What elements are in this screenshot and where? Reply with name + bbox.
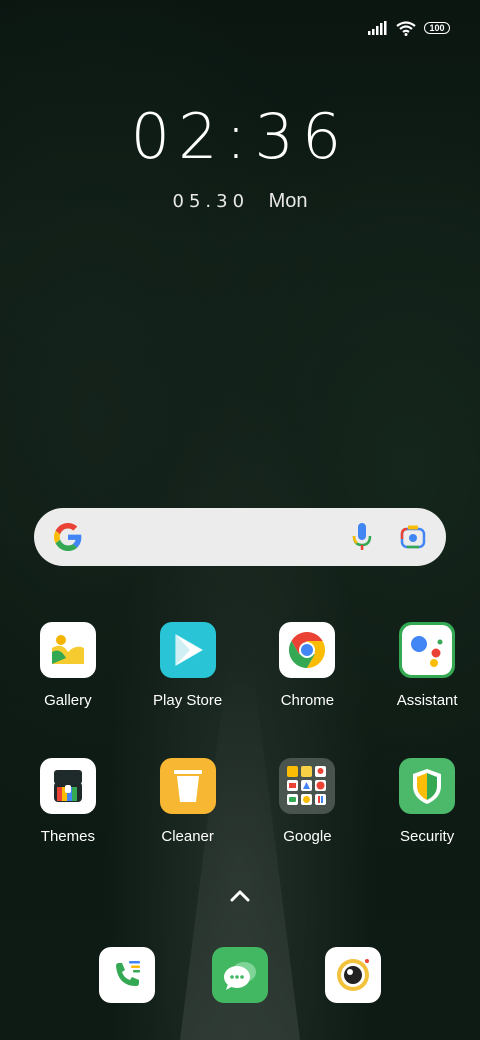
- themes-label: Themes: [40, 828, 95, 845]
- battery-icon: 100: [424, 22, 450, 34]
- app-gallery[interactable]: Gallery: [15, 622, 121, 709]
- app-cleaner[interactable]: Cleaner: [135, 758, 241, 845]
- wifi-icon: [396, 20, 416, 36]
- app-row-1: Gallery Play Store Chrome Assistant: [0, 622, 480, 709]
- security-label: Security: [400, 828, 455, 845]
- gallery-label: Gallery: [44, 692, 92, 709]
- dock: [0, 947, 480, 1003]
- chrome-icon: [279, 622, 336, 678]
- messages-app-icon[interactable]: [212, 947, 268, 1003]
- app-row-2: Themes Cleaner Google Security: [0, 758, 480, 845]
- battery-level: 100: [429, 22, 445, 33]
- chrome-label: Chrome: [280, 692, 335, 709]
- app-play-store[interactable]: Play Store: [135, 622, 241, 709]
- play-store-icon: [159, 622, 216, 678]
- app-security[interactable]: Security: [374, 758, 480, 845]
- app-themes[interactable]: Themes: [15, 758, 121, 845]
- play-store-label: Play Store: [153, 692, 223, 709]
- cleaner-icon: [159, 758, 216, 814]
- status-bar: 100: [368, 14, 450, 42]
- google-folder-icon: [279, 758, 336, 814]
- gallery-icon: [39, 622, 96, 678]
- assistant-icon: [399, 622, 456, 678]
- app-assistant[interactable]: Assistant: [374, 622, 480, 709]
- signal-icon: [368, 21, 387, 35]
- camera-app-icon[interactable]: [325, 947, 381, 1003]
- google-folder-label: Google: [283, 828, 332, 845]
- lens-camera-icon[interactable]: [400, 525, 426, 549]
- app-google-folder[interactable]: Google: [255, 758, 361, 845]
- date-row[interactable]: 05.30 Mon: [0, 190, 480, 213]
- app-chrome[interactable]: Chrome: [255, 622, 361, 709]
- google-g-icon: [54, 523, 82, 551]
- themes-icon: [39, 758, 96, 814]
- assistant-label: Assistant: [396, 692, 458, 709]
- clock-time[interactable]: 02:36: [0, 100, 480, 173]
- phone-app-icon[interactable]: [99, 947, 155, 1003]
- app-drawer-arrow-icon[interactable]: [229, 888, 251, 904]
- weekday-text: Mon: [268, 190, 308, 212]
- microphone-icon[interactable]: [352, 523, 372, 551]
- cleaner-label: Cleaner: [161, 828, 214, 845]
- security-icon: [399, 758, 456, 814]
- date-text: 05.30: [172, 191, 250, 212]
- google-search-bar[interactable]: [34, 508, 446, 566]
